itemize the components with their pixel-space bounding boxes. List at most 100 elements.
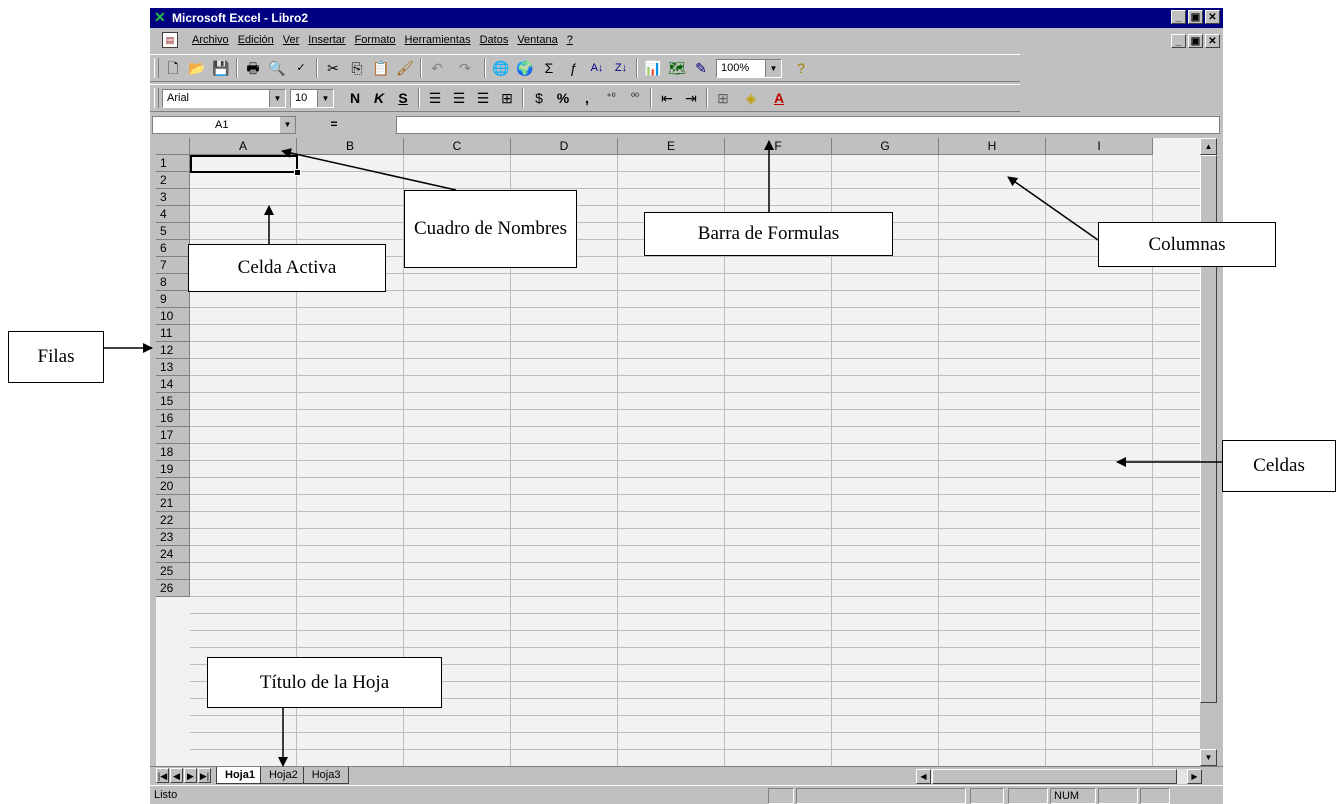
sort-descending-icon[interactable]: Z↓ (610, 58, 632, 78)
row-header[interactable]: 17 (156, 427, 190, 444)
column-header[interactable]: C (404, 138, 511, 155)
redo-icon[interactable]: ↷ (454, 58, 476, 78)
spelling-icon[interactable]: ✓ (290, 58, 312, 78)
bold-button[interactable]: N (344, 88, 366, 108)
row-header[interactable]: 18 (156, 444, 190, 461)
new-icon[interactable]: 🗋 (162, 58, 184, 78)
chart-wizard-icon[interactable]: 📊 (642, 58, 664, 78)
borders-icon[interactable]: ⊞ (712, 88, 734, 108)
row-header[interactable]: 7 (156, 257, 190, 274)
copy-icon[interactable]: ⎘ (346, 58, 368, 78)
row-header[interactable]: 3 (156, 189, 190, 206)
print-icon[interactable]: 🖶 (242, 58, 264, 78)
increase-indent-icon[interactable]: ⇥ (680, 88, 702, 108)
chevron-down-icon[interactable]: ▼ (317, 90, 333, 107)
row-header[interactable]: 24 (156, 546, 190, 563)
minimize-button[interactable]: _ (1171, 10, 1186, 24)
row-header[interactable]: 14 (156, 376, 190, 393)
decrease-indent-icon[interactable]: ⇤ (656, 88, 678, 108)
menu-edicion[interactable]: Edición (238, 34, 274, 46)
font-color-icon[interactable]: A (768, 88, 790, 108)
scroll-up-icon[interactable]: ▲ (1200, 138, 1217, 155)
zoom-select[interactable]: 100% ▼ (716, 59, 782, 78)
menu-ver[interactable]: Ver (283, 34, 300, 46)
scroll-right-icon[interactable]: ▶ (1187, 769, 1202, 784)
row-header[interactable]: 10 (156, 308, 190, 325)
row-header[interactable]: 26 (156, 580, 190, 597)
row-header[interactable]: 16 (156, 410, 190, 427)
column-header[interactable]: F (725, 138, 832, 155)
horizontal-scrollbar[interactable]: ◀ ▶ (916, 769, 1202, 784)
row-header[interactable]: 20 (156, 478, 190, 495)
last-sheet-icon[interactable]: ▶| (198, 768, 211, 783)
cut-icon[interactable]: ✂ (322, 58, 344, 78)
menu-herramientas[interactable]: Herramientas (405, 34, 471, 46)
column-header[interactable]: E (618, 138, 725, 155)
menu-formato[interactable]: Formato (355, 34, 396, 46)
row-header[interactable]: 13 (156, 359, 190, 376)
maximize-button[interactable]: ▣ (1188, 10, 1203, 24)
row-header[interactable]: 2 (156, 172, 190, 189)
menu-ventana[interactable]: Ventana (517, 34, 557, 46)
row-header[interactable]: 25 (156, 563, 190, 580)
sort-ascending-icon[interactable]: A↓ (586, 58, 608, 78)
row-header[interactable]: 22 (156, 512, 190, 529)
scroll-down-icon[interactable]: ▼ (1200, 749, 1217, 766)
column-header[interactable]: H (939, 138, 1046, 155)
row-header[interactable]: 19 (156, 461, 190, 478)
doc-maximize-button[interactable]: ▣ (1188, 34, 1203, 48)
column-header[interactable]: G (832, 138, 939, 155)
align-left-icon[interactable]: ☰ (424, 88, 446, 108)
autosum-icon[interactable]: Σ (538, 58, 560, 78)
next-sheet-icon[interactable]: ▶ (184, 768, 197, 783)
format-painter-icon[interactable]: 🖌 (394, 58, 416, 78)
font-size-select[interactable]: 10 ▼ (290, 89, 334, 108)
column-header[interactable]: B (297, 138, 404, 155)
row-header[interactable]: 15 (156, 393, 190, 410)
formula-input[interactable] (396, 116, 1220, 134)
increase-decimal-icon[interactable]: ⁺⁰ (600, 88, 622, 108)
row-header[interactable]: 4 (156, 206, 190, 223)
print-preview-icon[interactable]: 🔍 (266, 58, 288, 78)
title-bar[interactable]: ✕ Microsoft Excel - Libro2 _ ▣ ✕ (150, 8, 1223, 28)
align-center-icon[interactable]: ☰ (448, 88, 470, 108)
currency-button[interactable]: $ (528, 88, 550, 108)
workbook-icon[interactable]: ▤ (162, 32, 178, 48)
decrease-decimal-icon[interactable]: ⁰⁰ (624, 88, 646, 108)
open-icon[interactable]: 📂 (186, 58, 208, 78)
column-header[interactable]: D (511, 138, 618, 155)
tab-hoja2[interactable]: Hoja2 (259, 767, 307, 784)
row-header[interactable]: 1 (156, 155, 190, 172)
paste-icon[interactable]: 📋 (370, 58, 392, 78)
menu-ayuda[interactable]: ? (567, 34, 573, 46)
scroll-left-icon[interactable]: ◀ (916, 769, 931, 784)
row-header[interactable]: 6 (156, 240, 190, 257)
excel-app-icon[interactable]: ✕ (154, 9, 166, 26)
menu-datos[interactable]: Datos (480, 34, 509, 46)
menu-archivo[interactable]: Archivo (192, 34, 229, 46)
row-header[interactable]: 12 (156, 342, 190, 359)
active-cell[interactable] (190, 155, 298, 173)
row-header[interactable]: 11 (156, 325, 190, 342)
italic-button[interactable]: K (368, 88, 390, 108)
edit-formula-button[interactable]: = (320, 116, 348, 134)
name-box[interactable]: A1 ▼ (152, 116, 296, 134)
prev-sheet-icon[interactable]: ◀ (170, 768, 183, 783)
first-sheet-icon[interactable]: |◀ (156, 768, 169, 783)
chevron-down-icon[interactable]: ▼ (765, 60, 781, 77)
row-header[interactable]: 23 (156, 529, 190, 546)
align-right-icon[interactable]: ☰ (472, 88, 494, 108)
toolbar-grip[interactable] (154, 88, 159, 108)
row-header[interactable]: 5 (156, 223, 190, 240)
select-all-button[interactable] (156, 138, 190, 155)
column-header[interactable]: I (1046, 138, 1153, 155)
underline-button[interactable]: S (392, 88, 414, 108)
undo-icon[interactable]: ↶ (426, 58, 448, 78)
drawing-icon[interactable]: ✎ (690, 58, 712, 78)
horizontal-scroll-thumb[interactable] (932, 769, 1177, 784)
close-button[interactable]: ✕ (1205, 10, 1220, 24)
row-header[interactable]: 9 (156, 291, 190, 308)
chevron-down-icon[interactable]: ▼ (280, 117, 295, 133)
toolbar-grip[interactable] (154, 58, 159, 78)
fill-handle[interactable] (294, 169, 301, 176)
